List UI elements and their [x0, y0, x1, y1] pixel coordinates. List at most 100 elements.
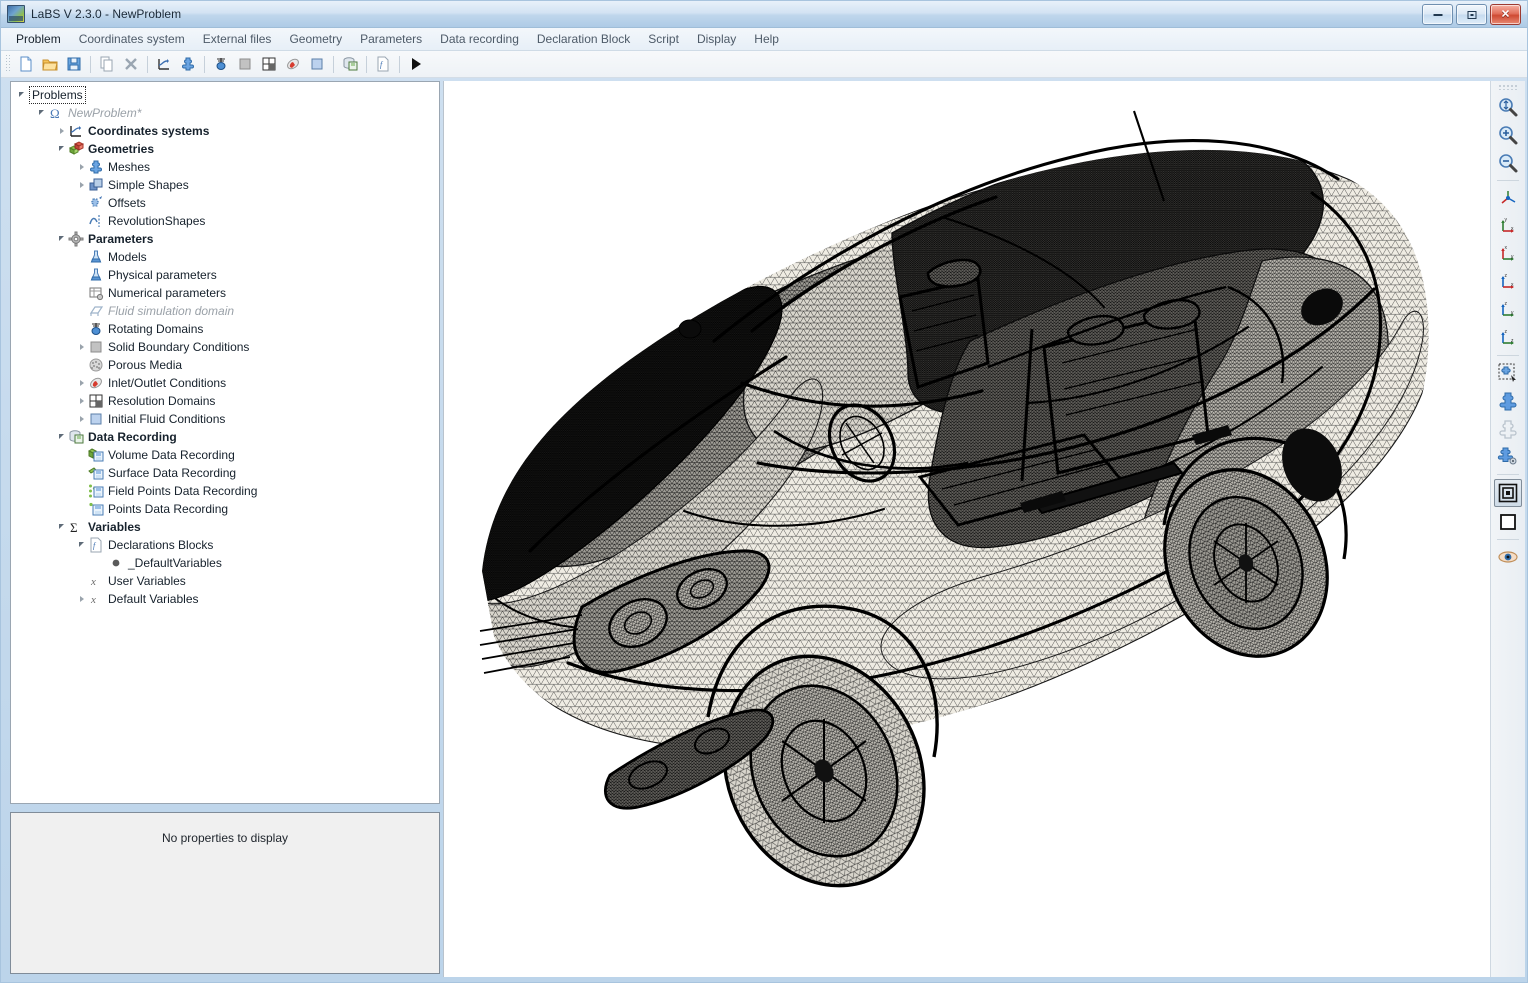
mesh-puzzle-icon[interactable]: [177, 53, 199, 75]
initial-fluid-icon[interactable]: [306, 53, 328, 75]
problem-tree[interactable]: Problems Ω NewProblem* Coordinates systems G…: [11, 82, 439, 803]
visibility-eye-icon[interactable]: [1495, 544, 1521, 570]
tree-node-volume-data-recording[interactable]: Volume Data Recording: [11, 446, 439, 464]
chevron-right-icon[interactable]: [77, 392, 88, 410]
menu-geometry[interactable]: Geometry: [280, 30, 351, 48]
tree-node-resolution-domains[interactable]: Resolution Domains: [11, 392, 439, 410]
tree-node-numerical-parameters[interactable]: Numerical parameters: [11, 284, 439, 302]
tree-node-simple-shapes[interactable]: Simple Shapes: [11, 176, 439, 194]
view-zy-icon[interactable]: zy: [1495, 297, 1521, 323]
3d-viewport[interactable]: [443, 81, 1490, 977]
tree-node-physical-parameters[interactable]: Physical parameters: [11, 266, 439, 284]
mesh-properties-icon[interactable]: [1495, 444, 1521, 470]
menu-display[interactable]: Display: [688, 30, 745, 48]
chevron-down-icon[interactable]: [57, 518, 68, 536]
menu-script[interactable]: Script: [639, 30, 688, 48]
copy-icon[interactable]: [96, 53, 118, 75]
tree-node-variables[interactable]: Σ Variables: [11, 518, 439, 536]
menu-data-recording[interactable]: Data recording: [431, 30, 528, 48]
tree-node-default-variables[interactable]: x Default Variables: [11, 590, 439, 608]
chevron-right-icon[interactable]: [77, 338, 88, 356]
chevron-down-icon[interactable]: [17, 86, 28, 104]
new-document-icon[interactable]: [15, 53, 37, 75]
tree-node-inlet-outlet-conditions[interactable]: Inlet/Outlet Conditions: [11, 374, 439, 392]
tree-node-data-recording[interactable]: Data Recording: [11, 428, 439, 446]
close-button[interactable]: ✕: [1490, 4, 1521, 25]
view-zx-icon[interactable]: zx: [1495, 269, 1521, 295]
zoom-out-icon[interactable]: [1495, 150, 1521, 176]
chevron-right-icon[interactable]: [77, 374, 88, 392]
svg-text:z: z: [1505, 329, 1508, 335]
tree-node-initial-fluid-conditions[interactable]: Initial Fluid Conditions: [11, 410, 439, 428]
menu-problem[interactable]: Problem: [7, 30, 70, 48]
tree-node-rotating-domains[interactable]: Rotating Domains: [11, 320, 439, 338]
chevron-right-icon[interactable]: [77, 158, 88, 176]
menu-declaration-block[interactable]: Declaration Block: [528, 30, 639, 48]
tree-node-solid-boundary-conditions[interactable]: Solid Boundary Conditions: [11, 338, 439, 356]
tree-node-field-points-data-recording[interactable]: Field Points Data Recording: [11, 482, 439, 500]
svg-text:x: x: [90, 576, 96, 588]
delete-x-icon[interactable]: [120, 53, 142, 75]
tree-node-user-variables[interactable]: x User Variables: [11, 572, 439, 590]
chevron-right-icon[interactable]: [57, 122, 68, 140]
tree-node-declarations-blocks[interactable]: f Declarations Blocks: [11, 536, 439, 554]
tree-node-problems[interactable]: Problems: [11, 86, 439, 104]
solid-boundary-icon[interactable]: [234, 53, 256, 75]
bounding-box-icon[interactable]: [1494, 479, 1522, 507]
chevron-down-icon[interactable]: [77, 536, 88, 554]
tree-node-defaultvariables[interactable]: _DefaultVariables: [11, 554, 439, 572]
chevron-right-icon[interactable]: [77, 410, 88, 428]
data-recording-icon[interactable]: [339, 53, 361, 75]
tree-node-revolutionshapes[interactable]: RevolutionShapes: [11, 212, 439, 230]
declaration-block-icon[interactable]: f: [372, 53, 394, 75]
rotating-domain-icon[interactable]: [210, 53, 232, 75]
tree-node-offsets[interactable]: Offsets: [11, 194, 439, 212]
chevron-down-icon[interactable]: [37, 104, 48, 122]
tree-node-label: Variables: [88, 520, 141, 534]
menu-external-files[interactable]: External files: [194, 30, 281, 48]
coordinate-system-icon[interactable]: [153, 53, 175, 75]
zoom-in-icon[interactable]: [1495, 122, 1521, 148]
view-yx-icon[interactable]: xy: [1495, 241, 1521, 267]
toolbar-grip[interactable]: [5, 55, 11, 73]
tree-node-models[interactable]: Models: [11, 248, 439, 266]
view-toolbar-grip[interactable]: [1498, 83, 1518, 90]
tree-node-points-data-recording[interactable]: Points Data Recording: [11, 500, 439, 518]
solid-boundary-icon: [88, 339, 104, 355]
hide-mesh-icon[interactable]: [1495, 416, 1521, 442]
tree-node-parameters[interactable]: Parameters: [11, 230, 439, 248]
select-mesh-icon[interactable]: [1495, 360, 1521, 386]
open-folder-icon[interactable]: [39, 53, 61, 75]
view-xy-icon[interactable]: yx: [1495, 213, 1521, 239]
view-isometric-icon[interactable]: [1495, 185, 1521, 211]
outline-box-icon[interactable]: [1495, 509, 1521, 535]
tree-node-newproblem[interactable]: Ω NewProblem*: [11, 104, 439, 122]
save-disk-icon[interactable]: [63, 53, 85, 75]
zoom-fit-icon[interactable]: [1495, 94, 1521, 120]
run-play-icon[interactable]: [405, 53, 427, 75]
tree-node-porous-media[interactable]: Porous Media: [11, 356, 439, 374]
inlet-outlet-icon[interactable]: [282, 53, 304, 75]
menu-parameters[interactable]: Parameters: [351, 30, 431, 48]
maximize-button[interactable]: [1456, 4, 1487, 25]
view-zz-icon[interactable]: zz: [1495, 325, 1521, 351]
resolution-domain-icon[interactable]: [258, 53, 280, 75]
tree-node-coordinates-systems[interactable]: Coordinates systems: [11, 122, 439, 140]
minimize-button[interactable]: [1422, 4, 1453, 25]
chevron-down-icon[interactable]: [57, 230, 68, 248]
tree-node-label: Offsets: [108, 196, 146, 210]
chevron-down-icon[interactable]: [57, 140, 68, 158]
tree-node-surface-data-recording[interactable]: Surface Data Recording: [11, 464, 439, 482]
problem-tree-panel[interactable]: Problems Ω NewProblem* Coordinates systems G…: [10, 81, 440, 804]
tree-node-geometries[interactable]: Geometries: [11, 140, 439, 158]
menu-coordinates-system[interactable]: Coordinates system: [70, 30, 194, 48]
chevron-right-icon[interactable]: [77, 590, 88, 608]
tree-node-fluid-simulation-domain[interactable]: Fluid simulation domain: [11, 302, 439, 320]
chevron-right-icon[interactable]: [77, 176, 88, 194]
tree-node-meshes[interactable]: Meshes: [11, 158, 439, 176]
show-mesh-icon[interactable]: [1495, 388, 1521, 414]
chevron-down-icon[interactable]: [57, 428, 68, 446]
menu-help[interactable]: Help: [745, 30, 788, 48]
